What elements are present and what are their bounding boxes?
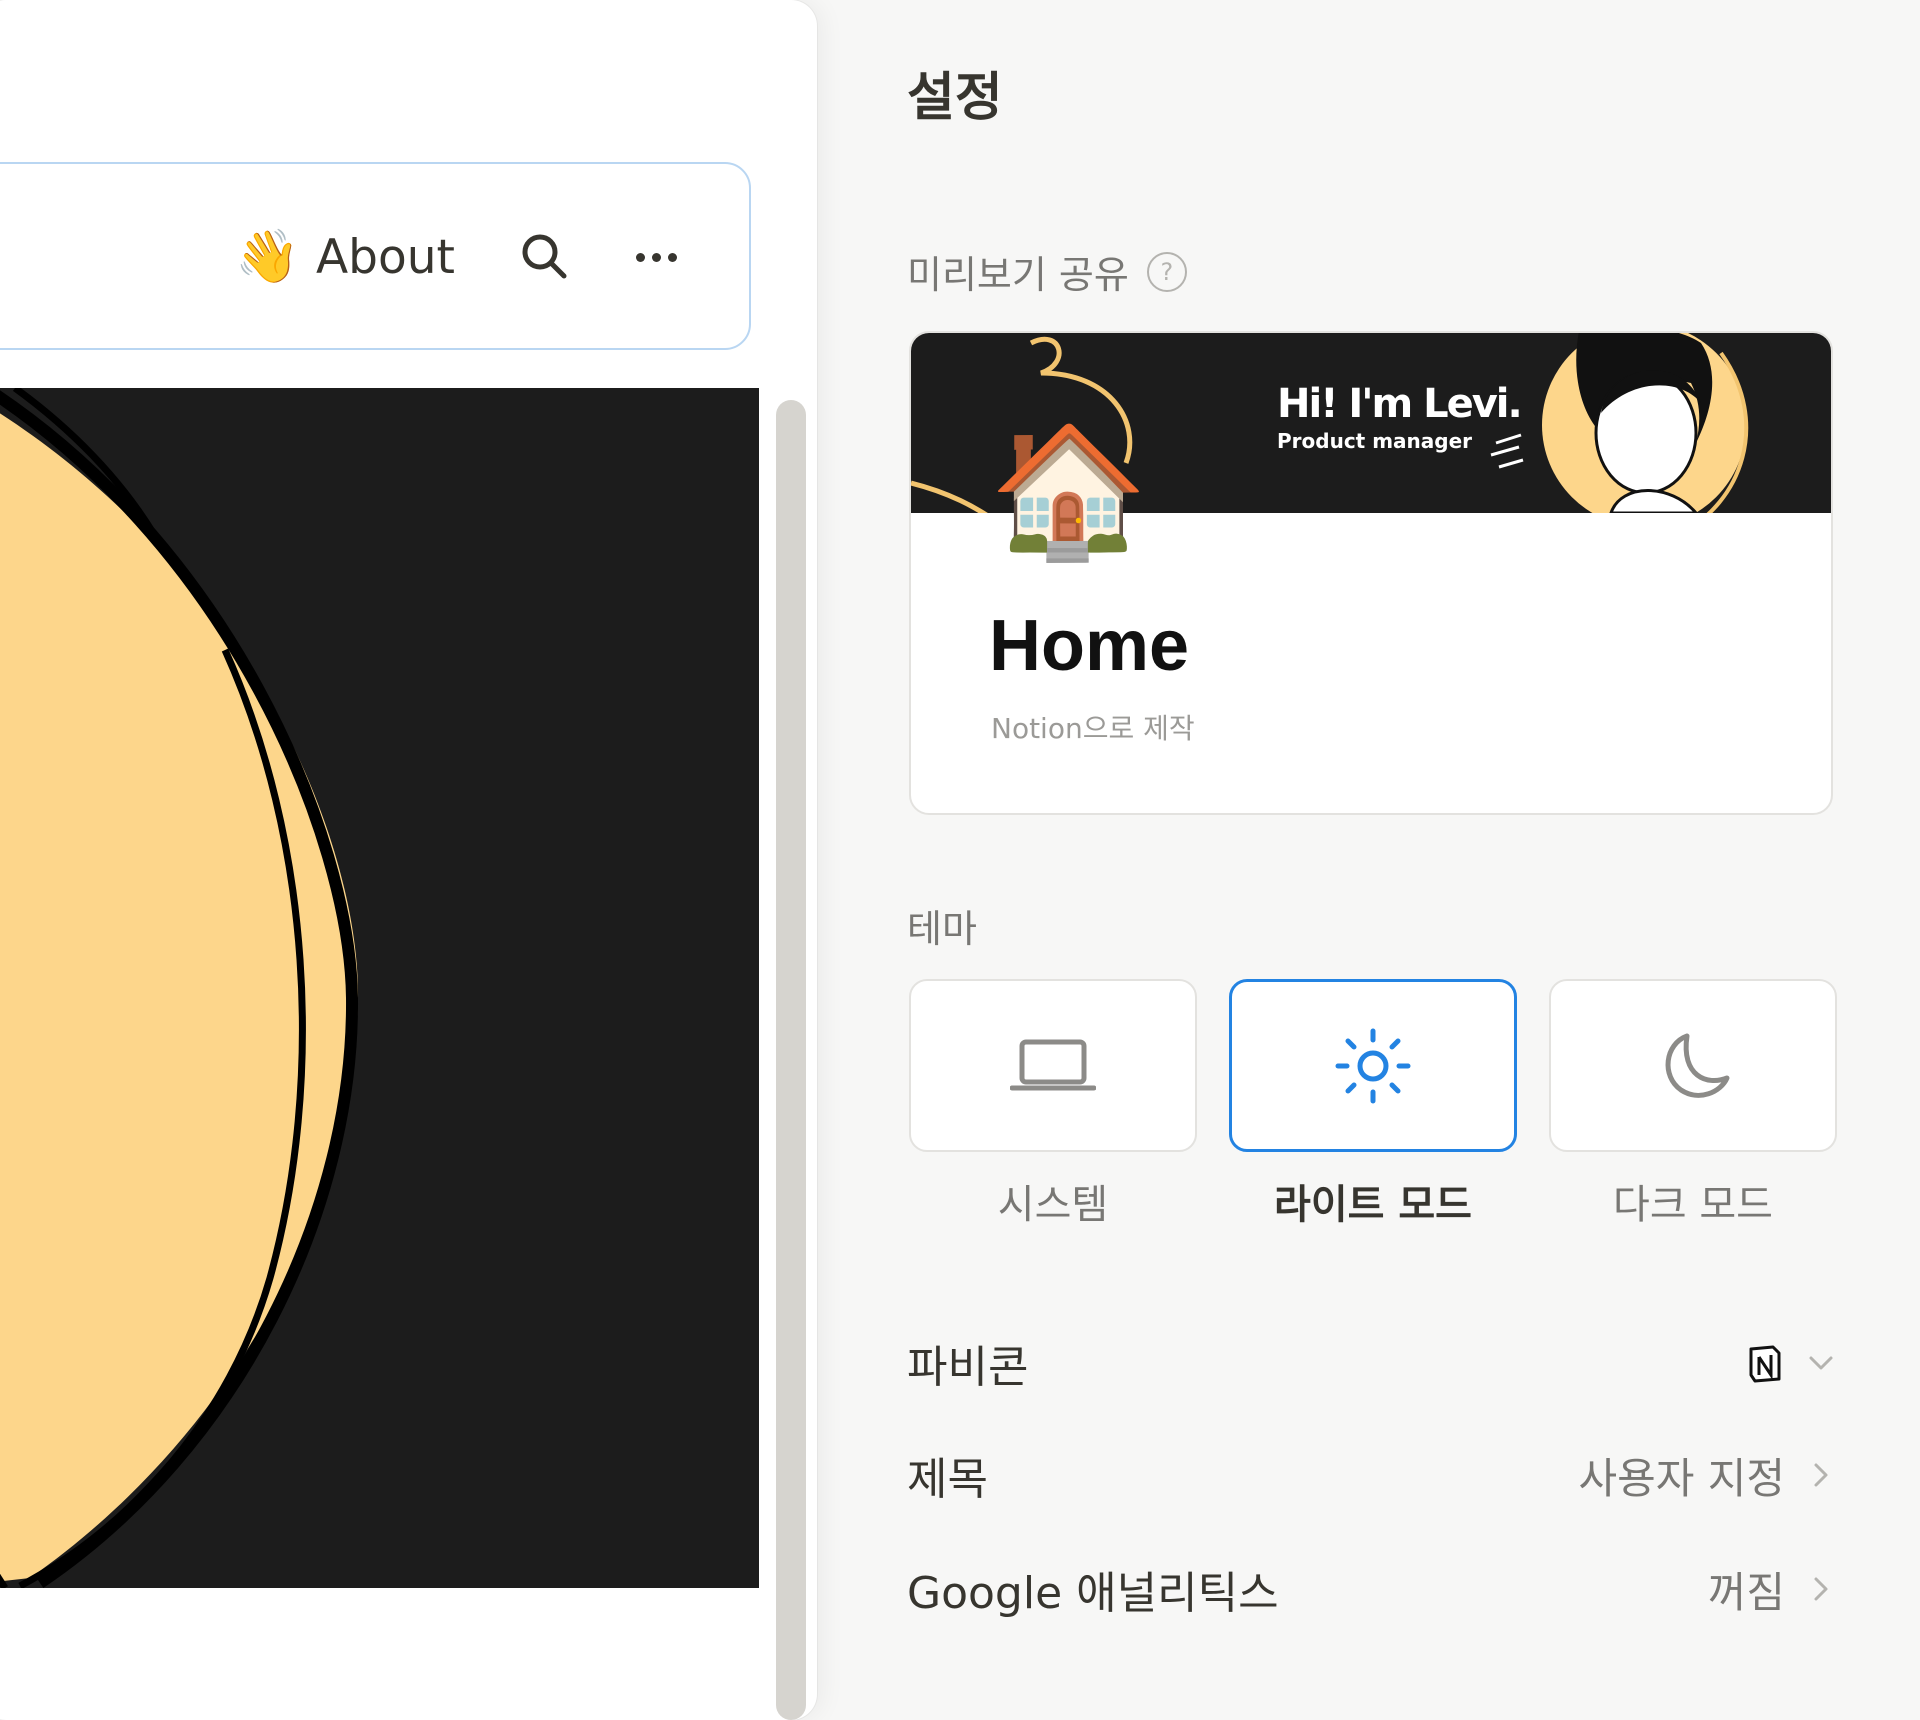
share-preview-card: Hi! I'm Levi. Product manager 🏠 Home Not… xyxy=(909,331,1833,815)
help-icon[interactable]: ? xyxy=(1146,251,1187,292)
laptop-icon xyxy=(1010,1039,1096,1090)
share-cover-subheading: Product manager xyxy=(1277,429,1473,453)
title-setting-value: 사용자 지정 xyxy=(1578,1453,1785,1503)
title-setting-row[interactable]: 제목 사용자 지정 xyxy=(907,1435,1835,1515)
settings-title: 설정 xyxy=(907,68,1003,128)
theme-label-text: 테마 xyxy=(907,907,977,951)
theme-option-light[interactable] xyxy=(1229,979,1517,1152)
site-header: 👋 About xyxy=(0,162,751,350)
page-emoji: 🏠 xyxy=(989,417,1149,566)
nav-link-about[interactable]: 👋 About xyxy=(235,224,455,290)
google-analytics-setting-label: Google 애널리틱스 xyxy=(907,1568,1279,1619)
theme-option-system[interactable] xyxy=(909,979,1197,1152)
google-analytics-setting-value: 꺼짐 xyxy=(1707,1567,1785,1617)
chevron-right-icon[interactable] xyxy=(1807,1575,1835,1603)
sun-icon xyxy=(1335,1028,1411,1103)
moon-icon xyxy=(1665,1033,1730,1098)
theme-label: 테마 xyxy=(907,898,977,953)
theme-option-dark-label: 다크 모드 xyxy=(1613,1182,1773,1228)
cover-image xyxy=(0,388,759,1588)
favicon-setting-label: 파비콘 xyxy=(907,1342,1029,1393)
title-setting-label: 제목 xyxy=(907,1454,988,1505)
google-analytics-setting-row[interactable]: Google 애널리틱스 꺼짐 xyxy=(907,1549,1835,1629)
theme-option-system-label: 시스템 xyxy=(997,1182,1109,1228)
google-analytics-setting-value-wrap: 꺼짐 xyxy=(1708,1559,1835,1620)
share-preview-label-text: 미리보기 공유 xyxy=(907,253,1129,297)
title-setting-value-wrap: 사용자 지정 xyxy=(1578,1445,1835,1506)
more-options-icon[interactable] xyxy=(627,228,685,286)
share-page-title: Home xyxy=(989,606,1190,686)
preview-scrollbar[interactable] xyxy=(776,400,806,1720)
page-preview-panel: 👋 About xyxy=(0,0,817,1720)
favicon-setting-value xyxy=(1745,1343,1835,1383)
share-preview-label: 미리보기 공유 ? xyxy=(907,244,1187,299)
share-cover-heading: Hi! I'm Levi. xyxy=(1277,381,1523,427)
theme-option-light-label: 라이트 모드 xyxy=(1274,1182,1472,1228)
waving-hand-emoji: 👋 xyxy=(235,227,301,287)
nav-link-about-label: About xyxy=(316,229,455,285)
made-with-notion-label: Notion으로 제작 xyxy=(991,712,1195,745)
chevron-down-icon[interactable] xyxy=(1807,1349,1835,1377)
favicon-setting-row[interactable]: 파비콘 xyxy=(907,1323,1835,1403)
chevron-right-icon[interactable] xyxy=(1807,1461,1835,1489)
notion-logo-icon xyxy=(1749,1345,1781,1383)
theme-option-dark[interactable] xyxy=(1549,979,1837,1152)
search-icon[interactable] xyxy=(516,228,574,286)
